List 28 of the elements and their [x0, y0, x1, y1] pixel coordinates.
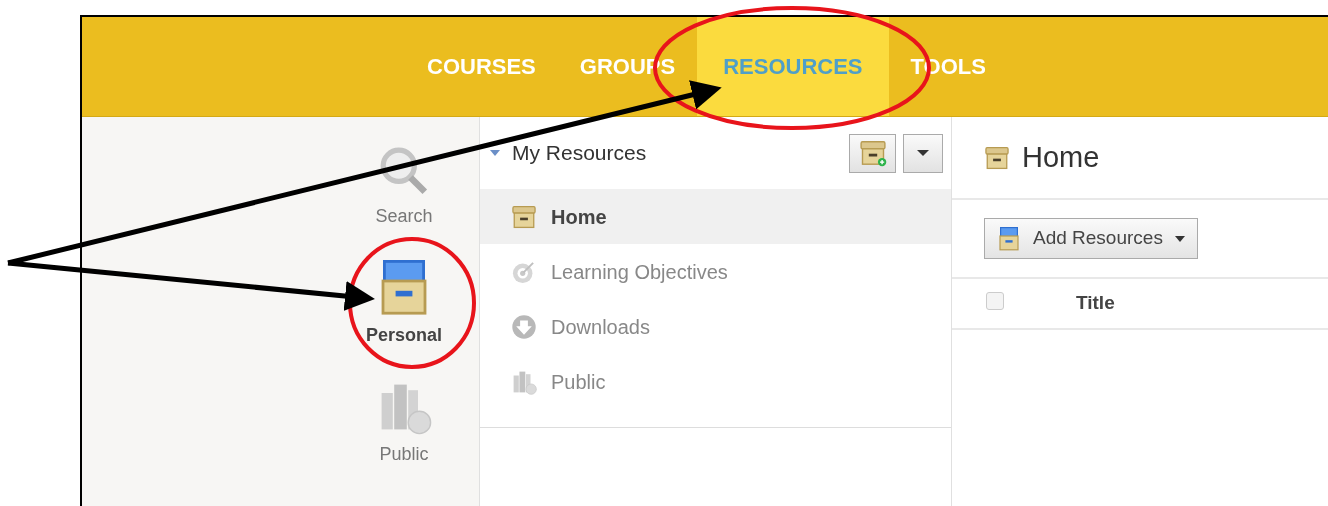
add-folder-button[interactable]: [849, 133, 896, 173]
tree-item[interactable]: Downloads: [480, 299, 951, 354]
sidebar-item[interactable]: Public: [344, 379, 464, 468]
archive-box-icon: [511, 203, 537, 230]
sidebar-item[interactable]: Search: [344, 145, 464, 230]
tree-item-label: Downloads: [551, 314, 650, 340]
archive-box-icon: [997, 225, 1021, 252]
tree-item[interactable]: Learning Objectives: [480, 244, 951, 299]
nav-tab[interactable]: RESOURCES: [697, 17, 889, 116]
tree-item-label: Learning Objectives: [551, 259, 728, 285]
sidebar-item[interactable]: Personal: [344, 260, 464, 349]
tree-item-label: Public: [551, 369, 606, 395]
page-title: Home: [1022, 139, 1100, 175]
dropdown-button[interactable]: [903, 133, 943, 173]
tree-item-label: Home: [551, 204, 607, 230]
archive-box-icon: [984, 144, 1010, 171]
tree-title: My Resources: [512, 140, 648, 167]
column-header[interactable]: Title: [1076, 289, 1115, 318]
caret-icon: [917, 150, 929, 156]
search-icon: [378, 145, 430, 197]
archive-box-icon: [858, 139, 887, 167]
caret-icon[interactable]: [490, 150, 500, 156]
tree-item[interactable]: Public: [480, 354, 951, 409]
download-icon: [511, 313, 537, 340]
caret-icon: [1174, 235, 1185, 242]
tree-item[interactable]: Home: [480, 189, 951, 244]
select-all-checkbox[interactable]: [986, 291, 1004, 310]
add-resources-button[interactable]: Add Resources: [984, 218, 1198, 259]
